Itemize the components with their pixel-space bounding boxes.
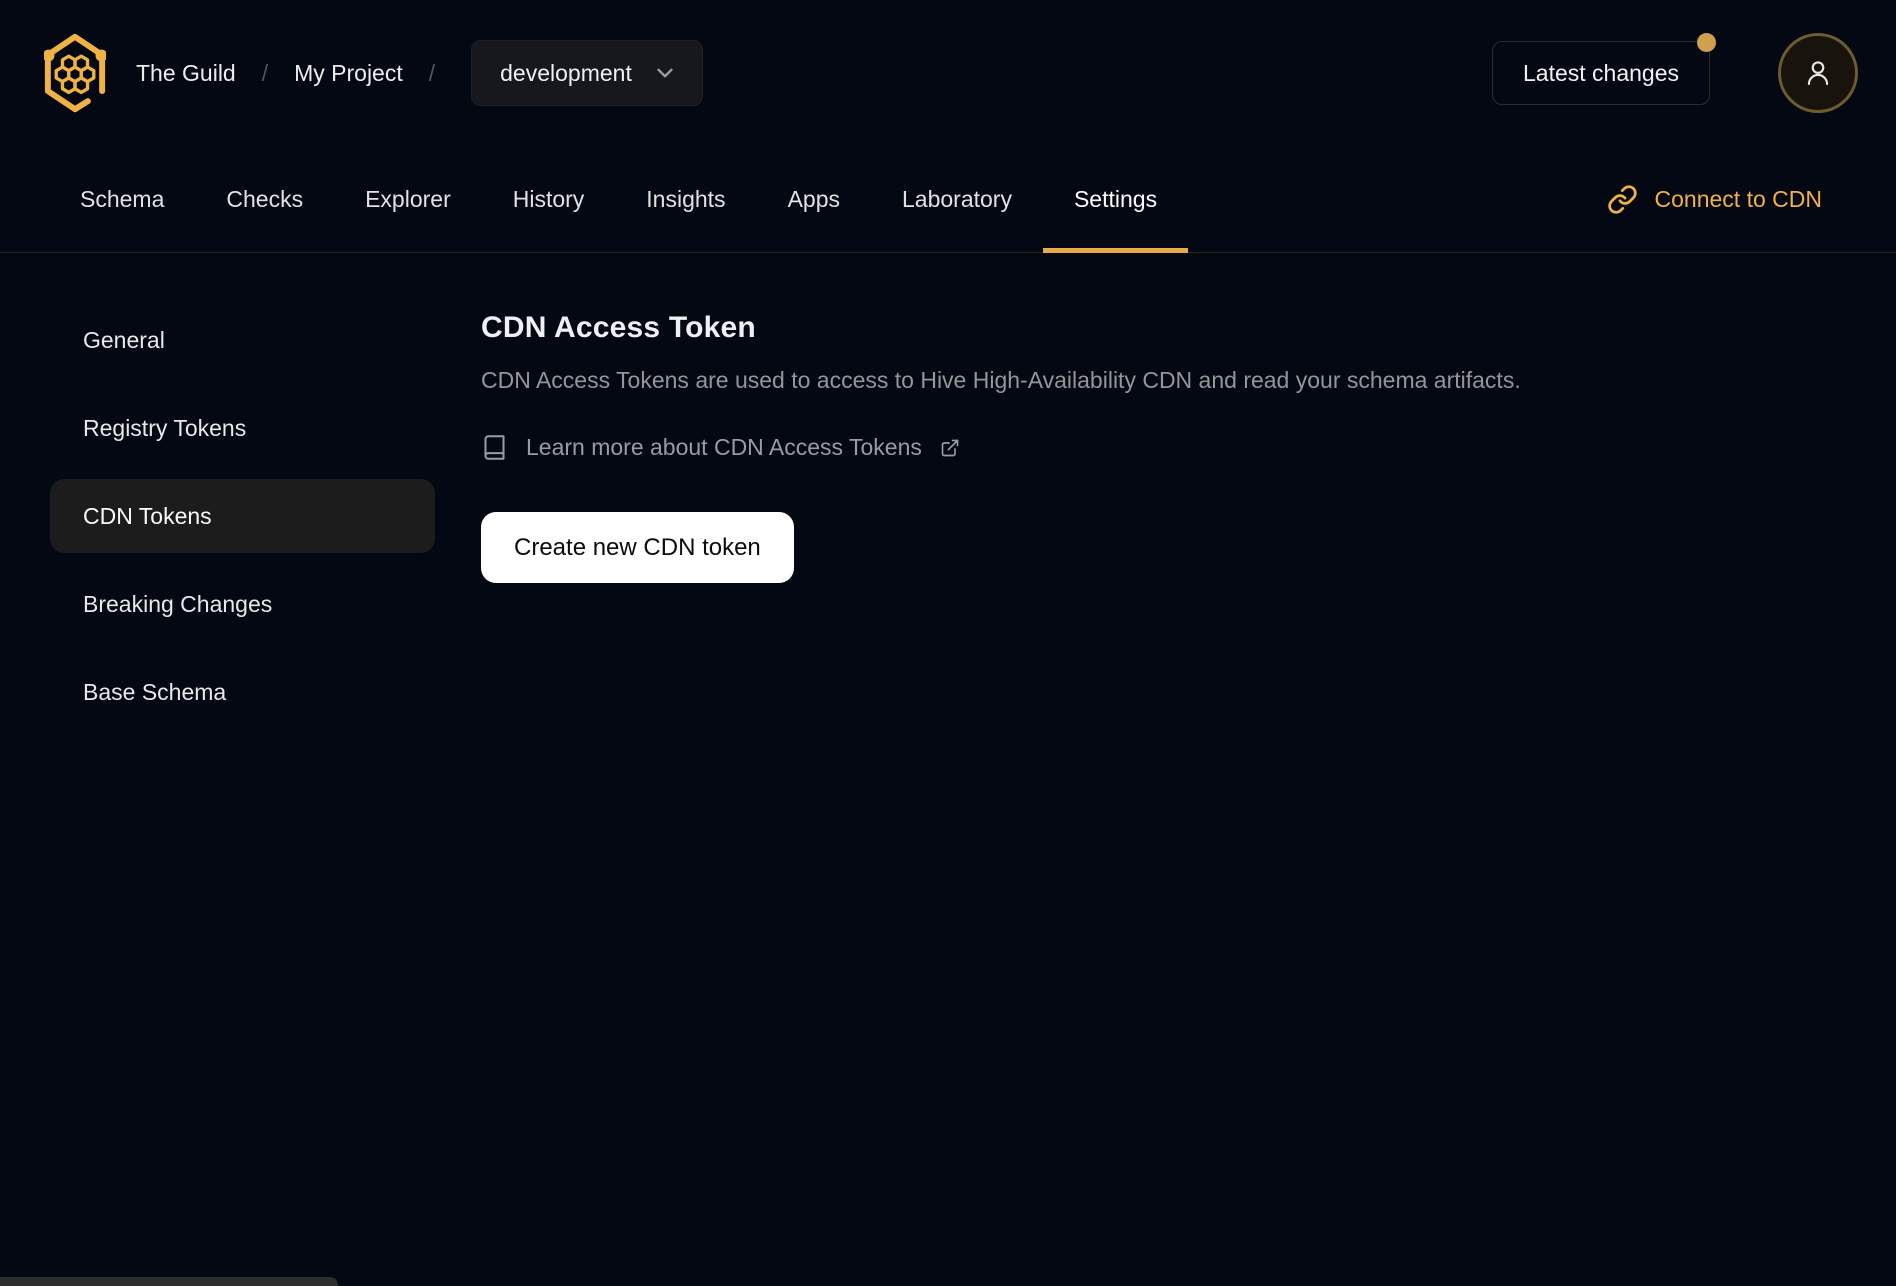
page-description: CDN Access Tokens are used to access to … xyxy=(481,367,1521,393)
latest-changes-button[interactable]: Latest changes xyxy=(1491,33,1716,105)
tab-schema[interactable]: Schema xyxy=(49,146,195,252)
page-title: CDN Access Token xyxy=(481,311,756,344)
tab-laboratory[interactable]: Laboratory xyxy=(871,146,1043,252)
external-link-icon xyxy=(940,438,960,458)
user-icon xyxy=(1801,56,1835,90)
target-tabbar: Schema Checks Explorer History Insights … xyxy=(0,146,1896,253)
tab-settings[interactable]: Settings xyxy=(1042,146,1189,253)
breadcrumb-project[interactable]: My Project xyxy=(294,60,403,87)
target-select[interactable]: development xyxy=(471,40,703,106)
hive-logo-icon[interactable] xyxy=(44,33,106,113)
connect-to-cdn-link[interactable]: Connect to CDN xyxy=(1607,146,1822,252)
tab-explorer[interactable]: Explorer xyxy=(334,146,482,252)
tab-checks[interactable]: Checks xyxy=(195,146,334,252)
settings-content: General Registry Tokens CDN Tokens Break… xyxy=(0,253,1896,729)
connect-to-cdn-label: Connect to CDN xyxy=(1654,185,1822,212)
breadcrumb-separator: / xyxy=(428,59,436,86)
breadcrumb-organization[interactable]: The Guild xyxy=(136,60,236,87)
latest-changes-label: Latest changes xyxy=(1522,59,1679,86)
create-cdn-token-button[interactable]: Create new CDN token xyxy=(481,512,794,584)
sidebar-item-base-schema[interactable]: Base Schema xyxy=(50,655,435,729)
tab-insights[interactable]: Insights xyxy=(615,146,756,252)
learn-more-label: Learn more about CDN Access Tokens xyxy=(526,434,922,461)
settings-sidebar: General Registry Tokens CDN Tokens Break… xyxy=(50,253,435,729)
target-select-value: development xyxy=(500,59,632,86)
learn-more-link[interactable]: Learn more about CDN Access Tokens xyxy=(481,434,960,461)
tab-history[interactable]: History xyxy=(482,146,616,252)
sidebar-item-cdn-tokens[interactable]: CDN Tokens xyxy=(50,479,435,553)
sidebar-item-registry-tokens[interactable]: Registry Tokens xyxy=(50,391,435,465)
user-menu-avatar[interactable] xyxy=(1778,33,1858,113)
breadcrumb-separator: / xyxy=(261,59,269,86)
app-header: The Guild / My Project / development Lat… xyxy=(0,0,1896,146)
notification-dot xyxy=(1697,33,1716,52)
tab-apps[interactable]: Apps xyxy=(757,146,871,252)
link-chain-icon xyxy=(1607,184,1638,215)
sidebar-item-general[interactable]: General xyxy=(50,303,435,377)
sidebar-item-breaking-changes[interactable]: Breaking Changes xyxy=(50,567,435,641)
bottom-widget-peek[interactable] xyxy=(0,1277,338,1286)
cdn-token-panel: CDN Access Token CDN Access Tokens are u… xyxy=(481,253,1896,729)
book-icon xyxy=(481,434,508,461)
chevron-down-icon xyxy=(652,60,678,86)
